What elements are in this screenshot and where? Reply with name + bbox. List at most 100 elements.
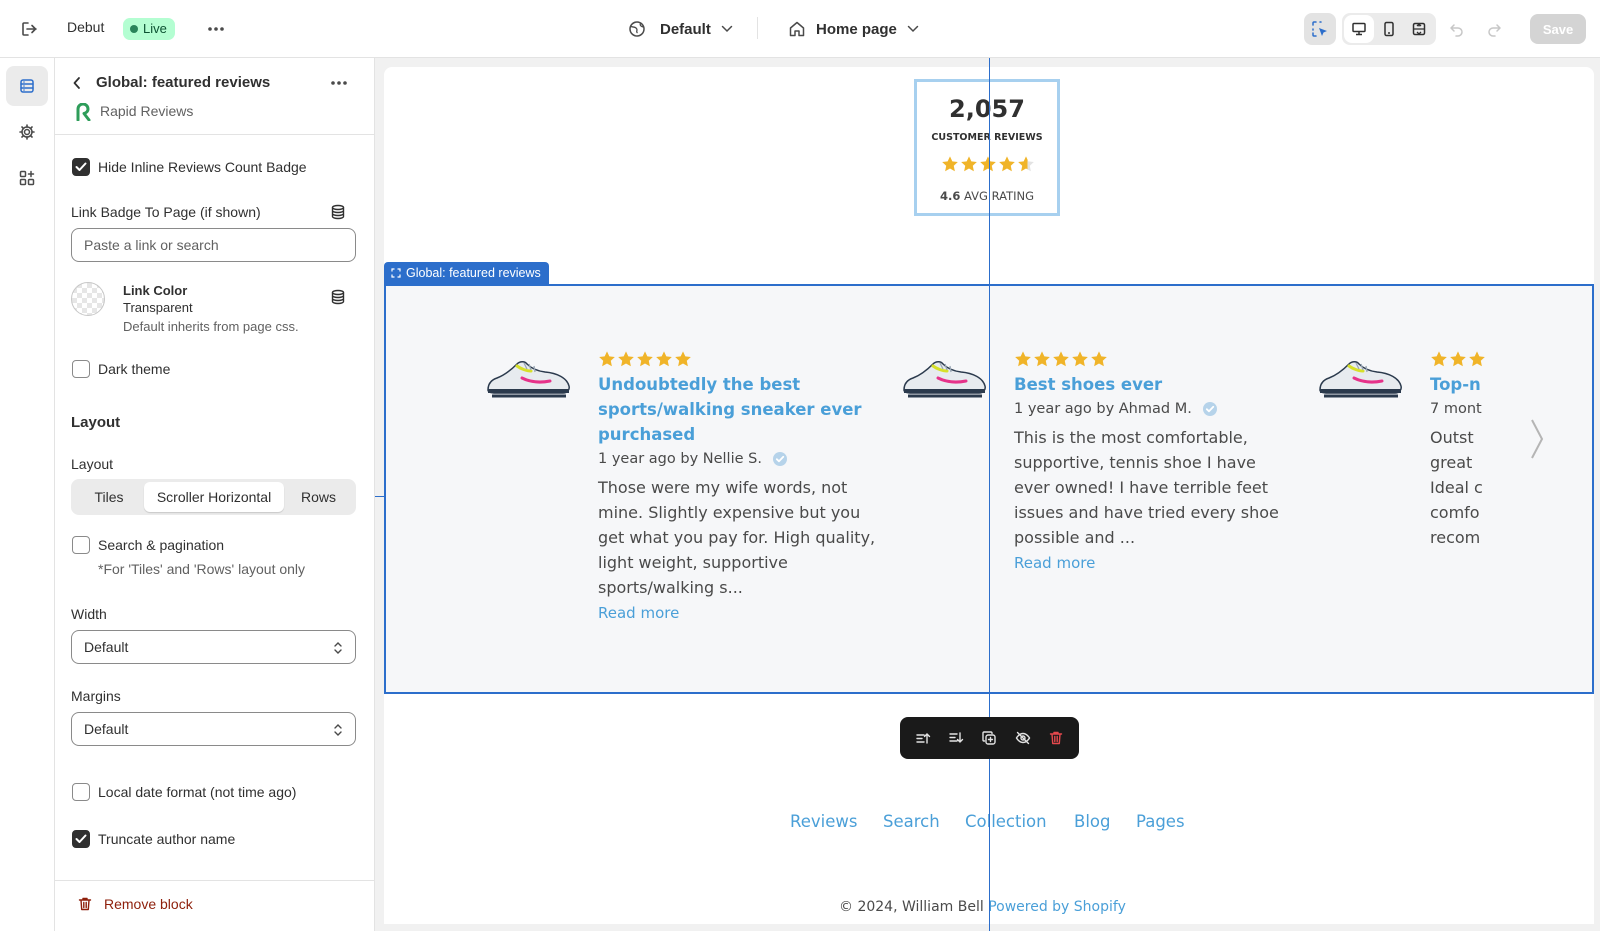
review-body-line: get what you pay for. High quality,	[598, 528, 876, 547]
review-body: Outst great Ideal c comfo recom	[1430, 425, 1486, 550]
footer-link-reviews[interactable]: Reviews	[790, 812, 857, 831]
back-icon[interactable]	[67, 72, 87, 94]
link-input[interactable]: Paste a link or search	[71, 228, 356, 262]
color-swatch[interactable]	[71, 282, 105, 316]
review-meta: 7 mont	[1430, 401, 1486, 417]
page-selector[interactable]: Home page	[788, 14, 919, 44]
footer-link-blog[interactable]: Blog	[1074, 812, 1110, 831]
remove-block-button[interactable]: Remove block	[77, 896, 193, 912]
move-up-icon[interactable]	[909, 724, 937, 752]
margins-select[interactable]: Default	[71, 712, 356, 746]
review-author: 1 year ago by Ahmad M.	[1014, 401, 1192, 417]
review-title[interactable]: Undoubtedly the best sports/walking sneak…	[598, 372, 888, 447]
review-count-caption: CUSTOMER REVIEWS	[931, 132, 1043, 143]
select-arrows-icon	[334, 724, 342, 736]
margins-value: Default	[84, 721, 129, 737]
layout-option-tiles[interactable]: Tiles	[74, 482, 144, 512]
more-actions-icon[interactable]	[325, 70, 353, 96]
review-card[interactable]: Top-n 7 mont Outst great Ideal c comfo recom	[1316, 350, 1486, 670]
move-down-icon[interactable]	[942, 724, 970, 752]
link-badge-label: Link Badge To Page (if shown)	[71, 204, 261, 220]
review-count: 2,057	[949, 95, 1025, 123]
star-icon	[1072, 351, 1088, 367]
review-body-line: ever owned! I have terrible feet	[1014, 478, 1269, 497]
panel-title: Global: featured reviews	[96, 74, 271, 91]
sections-icon[interactable]	[6, 66, 48, 106]
live-label: Live	[143, 21, 167, 36]
select-arrows-icon	[334, 642, 342, 654]
review-body: Those were my wife words, not mine. Sligh…	[598, 475, 888, 600]
apps-icon[interactable]	[6, 158, 48, 198]
layout-option-rows[interactable]: Rows	[284, 482, 353, 512]
footer-link-pages[interactable]: Pages	[1136, 812, 1185, 831]
star-icon	[1053, 351, 1069, 367]
review-card[interactable]: Best shoes ever 1 year ago by Ahmad M. Thi…	[900, 350, 1300, 670]
link-color-help: Default inherits from page css.	[123, 319, 299, 334]
desktop-icon[interactable]	[1344, 15, 1374, 43]
mobile-icon[interactable]	[1374, 15, 1404, 43]
undo-icon[interactable]	[1443, 15, 1471, 43]
footer-link-collection[interactable]: Collection	[965, 812, 1047, 831]
review-meta: 1 year ago by Ahmad M.	[1014, 401, 1304, 417]
live-dot-icon	[130, 25, 138, 33]
truncate-author-checkbox[interactable]	[72, 830, 90, 848]
verified-icon	[1202, 402, 1217, 416]
database-icon[interactable]	[330, 204, 346, 220]
save-button[interactable]: Save	[1530, 14, 1586, 44]
width-select[interactable]: Default	[71, 630, 356, 664]
remove-block-label: Remove block	[104, 896, 193, 912]
copyright-text: © 2024, William Bell	[839, 899, 984, 915]
product-image	[487, 361, 570, 398]
search-pagination-checkbox[interactable]	[72, 536, 90, 554]
inspector-icon[interactable]	[1304, 13, 1336, 45]
review-meta: 1 year ago by Nellie S.	[598, 451, 888, 467]
truncate-author-label: Truncate author name	[98, 831, 236, 847]
more-actions-icon[interactable]	[201, 15, 231, 43]
badge-star-rating	[941, 155, 1035, 173]
dark-theme-label: Dark theme	[98, 361, 171, 377]
avg-rating: 4.6 AVG RATING	[917, 189, 1057, 203]
footer-link-search[interactable]: Search	[883, 812, 940, 831]
hide-icon[interactable]	[1009, 724, 1037, 752]
divider	[55, 134, 375, 135]
star-icon	[599, 351, 615, 367]
product-image	[1319, 361, 1402, 398]
duplicate-icon[interactable]	[975, 724, 1003, 752]
gear-icon[interactable]	[6, 112, 48, 152]
view-selector[interactable]: Default	[628, 14, 733, 44]
review-body-line: mine. Slightly expensive but you	[598, 503, 861, 522]
chevron-right-icon[interactable]	[1522, 414, 1552, 464]
hide-badge-label: Hide Inline Reviews Count Badge	[98, 159, 307, 175]
star-icon	[999, 156, 1015, 172]
page-label: Home page	[816, 20, 897, 38]
review-title-line: sports/walking sneaker ever	[598, 400, 862, 419]
database-icon[interactable]	[330, 289, 346, 305]
exit-icon[interactable]	[14, 14, 44, 44]
width-value: Default	[84, 639, 129, 655]
hide-badge-checkbox[interactable]	[72, 158, 90, 176]
review-body-line: sports/walking s...	[598, 578, 743, 597]
redo-icon[interactable]	[1480, 15, 1508, 43]
read-more-link[interactable]: Read more	[598, 604, 888, 622]
star-icon	[961, 156, 977, 172]
section-frame-icon	[391, 268, 401, 278]
section-tag[interactable]: Global: featured reviews	[384, 262, 549, 284]
review-title[interactable]: Top-n	[1430, 372, 1486, 397]
local-date-checkbox[interactable]	[72, 783, 90, 801]
review-title-line: Best shoes ever	[1014, 375, 1163, 394]
read-more-link[interactable]: Read more	[1014, 554, 1304, 572]
copyright: © 2024, William Bell Powered by Shopify	[839, 899, 1126, 915]
review-body: This is the most comfortable, supportive,…	[1014, 425, 1304, 550]
reviews-count-badge[interactable]: 2,057 CUSTOMER REVIEWS 4.6 AVG RATING	[914, 79, 1060, 216]
powered-by-link[interactable]: Powered by Shopify	[988, 899, 1126, 915]
dark-theme-checkbox[interactable]	[72, 360, 90, 378]
star-icon	[1450, 351, 1466, 367]
star-icon	[1091, 351, 1107, 367]
layout-option-scroller[interactable]: Scroller Horizontal	[144, 482, 284, 512]
margins-label: Margins	[71, 688, 121, 704]
fullscreen-icon[interactable]	[1404, 15, 1434, 43]
review-card[interactable]: Undoubtedly the best sports/walking sneak…	[484, 350, 884, 670]
review-body-line: possible and ...	[1014, 528, 1136, 547]
review-title[interactable]: Best shoes ever	[1014, 372, 1304, 397]
delete-icon[interactable]	[1042, 724, 1070, 752]
